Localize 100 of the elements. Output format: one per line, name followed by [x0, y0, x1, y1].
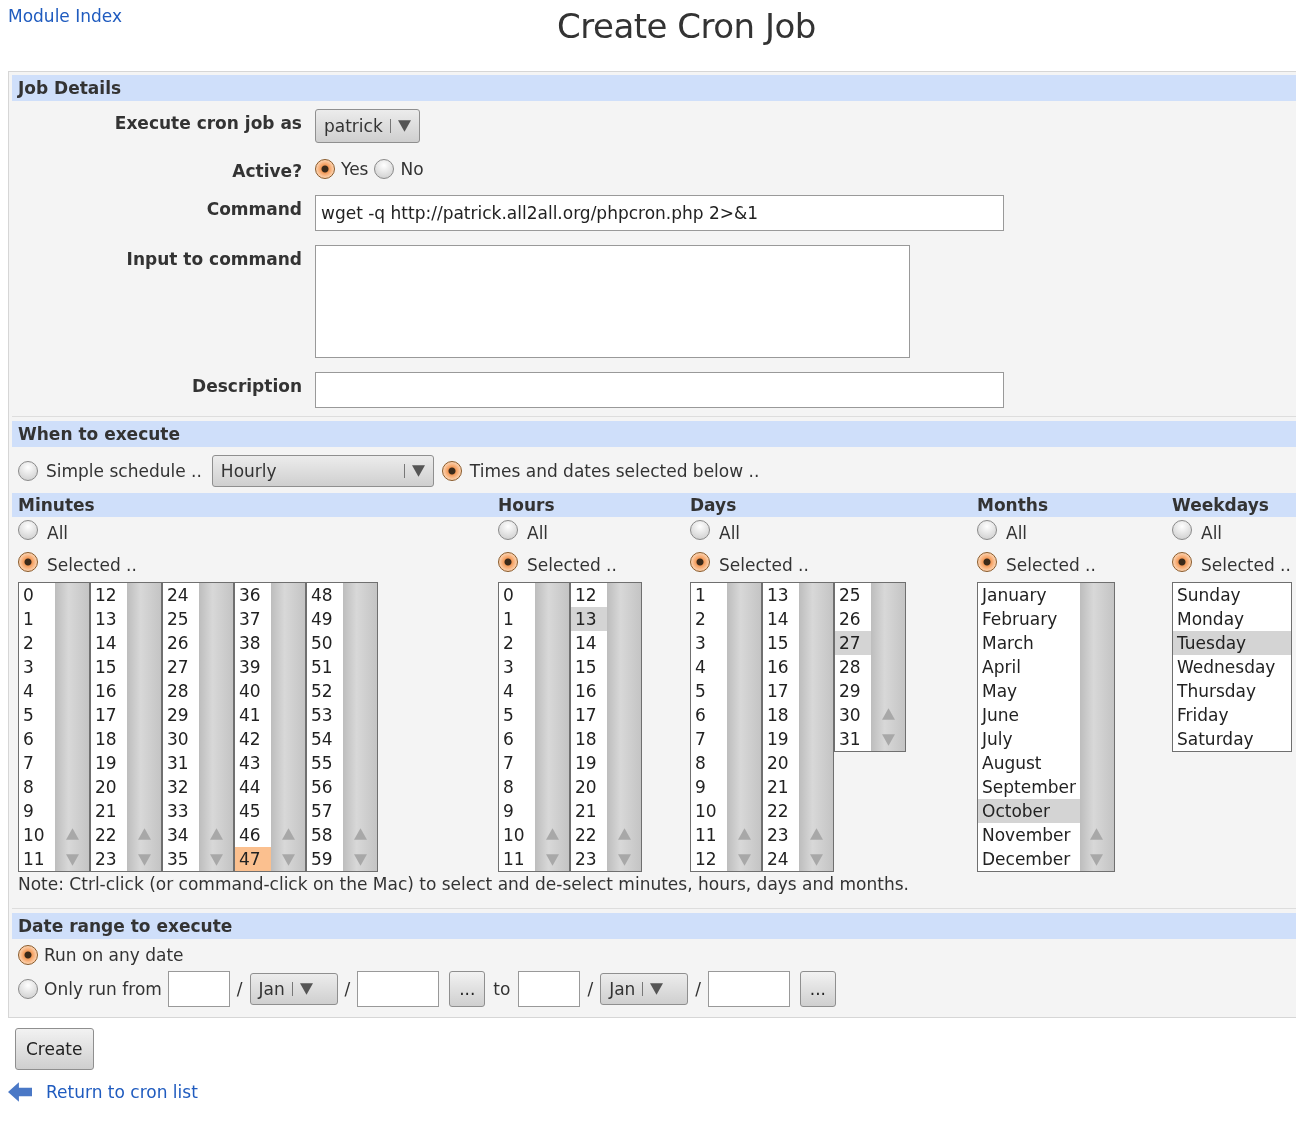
list-option[interactable]: April [978, 655, 1080, 679]
list-option[interactable]: 54 [307, 727, 343, 751]
list-option[interactable]: 14 [763, 607, 799, 631]
list-option[interactable]: 8 [691, 751, 727, 775]
list-option[interactable]: 37 [235, 607, 271, 631]
list-option[interactable]: 18 [91, 727, 127, 751]
scrollbar[interactable] [871, 583, 905, 751]
list-option[interactable]: 18 [763, 703, 799, 727]
list-option[interactable]: 15 [91, 655, 127, 679]
list-option[interactable]: 13 [763, 583, 799, 607]
list-option[interactable]: 22 [571, 823, 607, 847]
list-option[interactable]: 14 [571, 631, 607, 655]
list-option[interactable]: 53 [307, 703, 343, 727]
list-option[interactable]: 4 [691, 655, 727, 679]
list-option[interactable]: 9 [19, 799, 55, 823]
list-option[interactable]: 22 [763, 799, 799, 823]
list-option[interactable]: 58 [307, 823, 343, 847]
list-option[interactable]: July [978, 727, 1080, 751]
list-option[interactable]: 48 [307, 583, 343, 607]
list-option[interactable]: Wednesday [1173, 655, 1291, 679]
list-option[interactable]: November [978, 823, 1080, 847]
list-option[interactable]: 2 [691, 607, 727, 631]
list-option[interactable]: 11 [499, 847, 535, 871]
list-option[interactable]: 26 [163, 631, 199, 655]
list-box[interactable]: 0 1 2 3 4 5 6 7 8 9 10 11 [498, 582, 570, 872]
dropdown[interactable]: Jan [249, 973, 338, 1005]
list-box[interactable]: 12 13 14 15 16 17 18 19 20 21 22 23 [570, 582, 642, 872]
list-option[interactable]: 20 [571, 775, 607, 799]
list-option[interactable]: 39 [235, 655, 271, 679]
list-box[interactable]: 12 13 14 15 16 17 18 19 20 21 22 23 [90, 582, 162, 872]
scrollbar[interactable] [271, 583, 305, 871]
list-option[interactable]: 33 [163, 799, 199, 823]
list-option[interactable]: Monday [1173, 607, 1291, 631]
list-box[interactable]: Sunday Monday Tuesday Wednesday Thursday Friday Saturday [1172, 582, 1292, 752]
list-box[interactable]: 24 25 26 27 28 29 30 31 32 33 34 35 [162, 582, 234, 872]
list-option[interactable]: 34 [163, 823, 199, 847]
scrollbar[interactable] [607, 583, 641, 871]
list-option[interactable]: 16 [571, 679, 607, 703]
year-field[interactable] [707, 971, 790, 1007]
year-field[interactable] [357, 971, 440, 1007]
list-option[interactable]: 8 [499, 775, 535, 799]
list-option[interactable]: 9 [499, 799, 535, 823]
list-box[interactable]: 36 37 38 39 40 41 42 43 44 45 46 47 [234, 582, 306, 872]
list-box[interactable]: 48 49 50 51 52 53 54 55 56 57 58 59 [306, 582, 378, 872]
list-option[interactable]: Saturday [1173, 727, 1291, 751]
list-option[interactable]: 42 [235, 727, 271, 751]
list-option[interactable]: 7 [499, 751, 535, 775]
list-option[interactable]: 30 [835, 703, 871, 727]
list-option[interactable]: Sunday [1173, 583, 1291, 607]
list-option[interactable]: 19 [763, 727, 799, 751]
list-option[interactable]: 44 [235, 775, 271, 799]
list-option[interactable]: 7 [19, 751, 55, 775]
list-option[interactable]: 40 [235, 679, 271, 703]
list-option[interactable]: 0 [499, 583, 535, 607]
list-option[interactable]: 5 [499, 703, 535, 727]
list-option[interactable]: 10 [691, 799, 727, 823]
radio-button[interactable] [374, 159, 395, 179]
command-field[interactable]: wget -q http://patrick.all2all.org/phpcron.php 2>&1 [315, 195, 1004, 231]
list-option[interactable]: 1 [499, 607, 535, 631]
list-option[interactable]: 13 [571, 607, 607, 631]
list-option[interactable]: 6 [691, 703, 727, 727]
list-option[interactable]: 49 [307, 607, 343, 631]
list-box[interactable]: January February March April May June July August September October November December [977, 582, 1115, 872]
radio-button[interactable] [690, 520, 710, 540]
list-option[interactable]: 27 [163, 655, 199, 679]
list-option[interactable]: 12 [571, 583, 607, 607]
radio-button[interactable] [977, 552, 997, 572]
list-box[interactable]: 0 1 2 3 4 5 6 7 8 9 10 11 [18, 582, 90, 872]
radio-button[interactable] [18, 945, 38, 965]
list-option[interactable]: December [978, 847, 1080, 871]
list-option[interactable]: March [978, 631, 1080, 655]
back-arrow-icon[interactable] [8, 1082, 32, 1102]
list-option[interactable]: June [978, 703, 1080, 727]
list-option[interactable]: 28 [835, 655, 871, 679]
list-option[interactable]: 7 [691, 727, 727, 751]
list-option[interactable]: January [978, 583, 1080, 607]
create-button[interactable]: Create [15, 1028, 94, 1070]
list-option[interactable]: 31 [163, 751, 199, 775]
list-box[interactable]: 25 26 27 28 29 30 31 [834, 582, 906, 752]
list-option[interactable]: 17 [571, 703, 607, 727]
list-option[interactable]: 19 [571, 751, 607, 775]
list-option[interactable]: 10 [499, 823, 535, 847]
list-option[interactable]: 16 [763, 655, 799, 679]
description-field[interactable] [315, 372, 1004, 408]
module-index-link[interactable]: Module Index [8, 6, 123, 26]
scrollbar[interactable] [535, 583, 569, 871]
radio-button[interactable] [18, 979, 38, 999]
list-option[interactable]: 19 [91, 751, 127, 775]
list-option[interactable]: 29 [163, 703, 199, 727]
list-option[interactable]: 8 [19, 775, 55, 799]
radio-button[interactable] [315, 159, 335, 179]
list-option[interactable]: 18 [571, 727, 607, 751]
list-option[interactable]: 52 [307, 679, 343, 703]
scrollbar[interactable] [55, 583, 89, 871]
list-option[interactable]: 13 [91, 607, 127, 631]
list-option[interactable]: 1 [691, 583, 727, 607]
list-option[interactable]: 11 [19, 847, 55, 871]
radio-button[interactable] [977, 520, 997, 540]
list-box[interactable]: 1 2 3 4 5 6 7 8 9 10 11 12 [690, 582, 762, 872]
list-box[interactable]: 13 14 15 16 17 18 19 20 21 22 23 24 [762, 582, 834, 872]
